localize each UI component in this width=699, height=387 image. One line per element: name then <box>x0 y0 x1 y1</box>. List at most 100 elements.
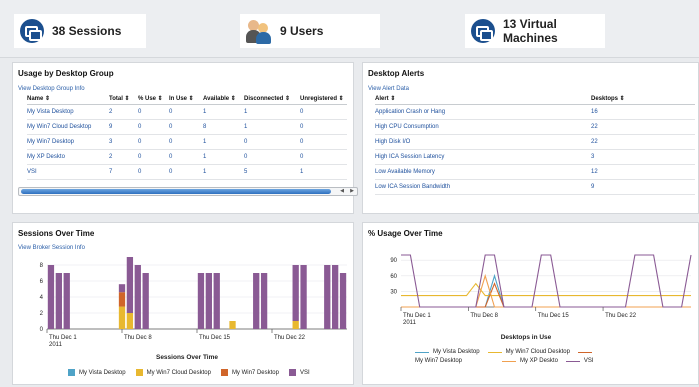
col-unregistered[interactable]: Unregistered ⇕ <box>300 93 347 105</box>
sessions-count: 38 Sessions <box>52 24 122 38</box>
users-count: 9 Users <box>280 24 324 38</box>
horizontal-scrollbar[interactable]: ◀ ▶ <box>18 187 358 196</box>
legend-label: My Win7 Cloud Desktop <box>505 349 570 355</box>
col-desktops[interactable]: Desktops ⇕ <box>591 93 695 105</box>
table-row[interactable]: My Win7 Desktop 3 0 0 1 0 0 <box>27 134 347 150</box>
col-alert[interactable]: Alert ⇕ <box>375 93 591 105</box>
cell-in-use: 0 <box>169 119 203 135</box>
table-row[interactable]: My Vista Desktop 2 0 0 1 1 0 <box>27 104 347 120</box>
cell-name[interactable]: VSI <box>27 164 109 180</box>
users-stat[interactable]: 9 Users <box>240 14 380 48</box>
desktop-group-panel: Usage by Desktop Group View Desktop Grou… <box>12 62 358 214</box>
cell-percent: 0 <box>138 104 169 120</box>
cell-alert[interactable]: High Disk I/O <box>375 134 591 150</box>
bar-segment <box>229 321 236 329</box>
cell-unregistered: 0 <box>300 134 347 150</box>
x-tick-label: Thu Dec 8 <box>124 335 152 341</box>
col-in-use[interactable]: In Use ⇕ <box>169 93 203 105</box>
legend-label: My XP Deskto <box>520 358 558 364</box>
legend-label: My Win7 Desktop <box>231 369 279 376</box>
sessions-bar-chart: 8 6 4 2 0 Thu Dec 12011 Thu Dec 8 Thu Dec 15 Thu… <box>40 257 347 361</box>
bar-segment <box>339 273 347 329</box>
scroll-right-arrow-icon[interactable]: ▶ <box>347 188 357 195</box>
table-row[interactable]: High Disk I/O 22 <box>375 134 695 150</box>
scrollbar-thumb[interactable] <box>21 189 331 194</box>
cell-alert[interactable]: Application Crash or Hang <box>375 104 591 120</box>
col-name[interactable]: Name ⇕ <box>27 93 109 105</box>
panel-title: Sessions Over Time <box>18 229 95 238</box>
col-disconnected[interactable]: Disconnected ⇕ <box>244 93 300 105</box>
view-alert-data-link[interactable]: View Alert Data <box>363 78 698 92</box>
col-percent-use[interactable]: % Use ⇕ <box>138 93 169 105</box>
cell-in-use: 0 <box>169 164 203 180</box>
legend-swatch-vsi <box>288 369 296 376</box>
x-tick-label: Thu Dec 15 <box>538 313 570 319</box>
cell-disconnected: 5 <box>244 164 300 180</box>
table-row[interactable]: High CPU Consumption 22 <box>375 119 695 135</box>
cell-available: 1 <box>203 104 244 120</box>
cell-name[interactable]: My Win7 Cloud Desktop <box>27 119 109 135</box>
x-tick-label: 2011 <box>403 320 417 326</box>
summary-bar: 38 Sessions 9 Users 13 Virtual Machines <box>0 0 699 58</box>
cell-percent: 0 <box>138 164 169 180</box>
cell-percent: 0 <box>138 134 169 150</box>
table-row[interactable]: My XP Deskto 2 0 0 1 0 0 <box>27 149 347 165</box>
bar-segment <box>118 292 126 307</box>
legend-swatch-win7 <box>220 369 228 376</box>
cell-total: 7 <box>109 164 138 180</box>
bar-segment <box>300 265 307 329</box>
cell-alert[interactable]: High ICA Session Latency <box>375 149 591 165</box>
x-tick-label: 2011 <box>49 342 63 348</box>
desktop-alerts-panel: Desktop Alerts View Alert Data Alert ⇕ D… <box>362 62 699 214</box>
cell-unregistered: 0 <box>300 104 347 120</box>
cell-total: 9 <box>109 119 138 135</box>
vms-stat[interactable]: 13 Virtual Machines <box>465 14 605 48</box>
cell-name[interactable]: My Vista Desktop <box>27 104 109 120</box>
table-row[interactable]: Low ICA Session Bandwidth 9 <box>375 179 695 195</box>
legend-label: My Win7 Cloud Desktop <box>146 369 211 376</box>
bar-segment <box>213 273 220 329</box>
y-tick-label: 4 <box>40 295 44 301</box>
legend-line-win7 <box>577 351 592 353</box>
cell-available: 8 <box>203 119 244 135</box>
cell-disconnected: 1 <box>244 119 300 135</box>
series-line <box>401 282 691 297</box>
legend-label: My Win7 Desktop <box>415 358 463 364</box>
sessions-stat[interactable]: 38 Sessions <box>14 14 146 48</box>
col-available[interactable]: Available ⇕ <box>203 93 244 105</box>
table-row[interactable]: Low Available Memory 12 <box>375 164 695 180</box>
table-row[interactable]: VSI 7 0 0 1 5 1 <box>27 164 347 180</box>
cell-name[interactable]: My XP Deskto <box>27 149 109 165</box>
cell-percent: 0 <box>138 149 169 165</box>
legend-line-cloud <box>487 351 502 353</box>
bar-segment <box>134 265 141 329</box>
y-tick-label: 2 <box>40 311 44 317</box>
cell-alert[interactable]: High CPU Consumption <box>375 119 591 135</box>
y-tick-label: 90 <box>390 258 397 264</box>
panel-title: Desktop Alerts <box>368 69 425 78</box>
sessions-icon <box>20 19 44 43</box>
legend-swatch-cloud <box>135 369 143 376</box>
cell-alert[interactable]: Low ICA Session Bandwidth <box>375 179 591 195</box>
view-desktop-group-link[interactable]: View Desktop Group Info <box>13 78 353 92</box>
legend-label: VSI <box>583 358 594 364</box>
bar-segment <box>324 265 331 329</box>
cell-alert[interactable]: Low Available Memory <box>375 164 591 180</box>
legend-line-xp <box>502 360 517 362</box>
sessions-legend: My Vista Desktop My Win7 Cloud Desktop M… <box>68 369 310 376</box>
y-tick-label: 60 <box>390 274 397 280</box>
table-row[interactable]: High ICA Session Latency 3 <box>375 149 695 165</box>
x-axis-title: Sessions Over Time <box>156 354 218 361</box>
users-icon <box>246 18 272 44</box>
bar-segment <box>126 313 134 329</box>
cell-desktops: 22 <box>591 119 695 135</box>
col-total[interactable]: Total ⇕ <box>109 93 138 105</box>
table-row[interactable]: My Win7 Cloud Desktop 9 0 0 8 1 0 <box>27 119 347 135</box>
bar-segment <box>332 265 339 329</box>
bar-segment <box>118 284 126 293</box>
table-row[interactable]: Application Crash or Hang 16 <box>375 104 695 120</box>
cell-name[interactable]: My Win7 Desktop <box>27 134 109 150</box>
legend-label: VSI <box>299 369 310 376</box>
scroll-left-arrow-icon[interactable]: ◀ <box>337 188 347 195</box>
legend-label: My Vista Desktop <box>433 349 480 355</box>
